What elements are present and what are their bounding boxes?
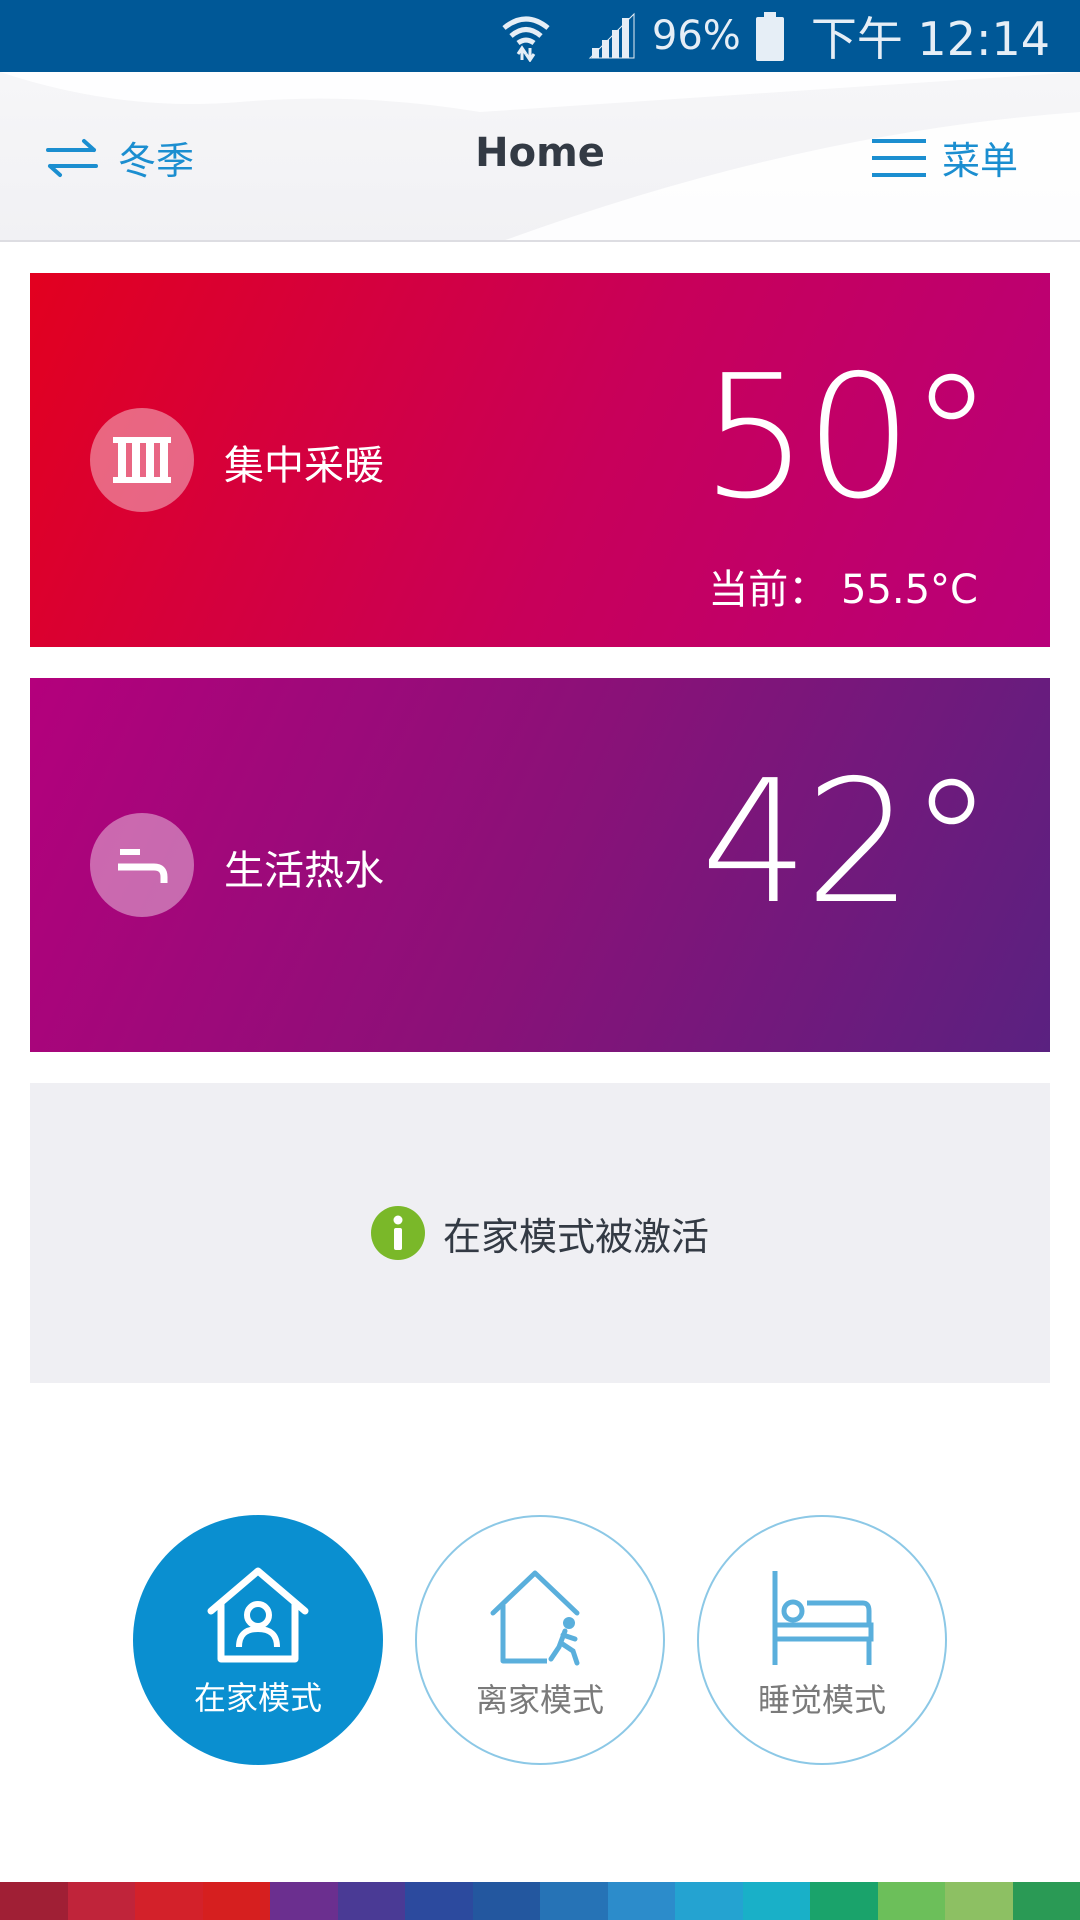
strip-segment	[270, 1882, 338, 1920]
strip-segment	[135, 1882, 203, 1920]
away-mode-button[interactable]: 离家模式	[415, 1515, 665, 1765]
strip-segment	[742, 1882, 810, 1920]
hot-water-label: 生活热水	[224, 848, 384, 894]
menu-button[interactable]: 菜单	[871, 130, 1018, 185]
radiator-icon-circle	[90, 408, 194, 512]
app-header: 冬季 Home 菜单	[0, 72, 1080, 242]
home-mode-label: 在家模式	[193, 1679, 322, 1717]
status-time: 下午 12:14	[810, 12, 1050, 66]
battery-icon	[755, 12, 784, 61]
tap-icon	[118, 849, 168, 883]
heating-current-temp: 当前： 55.5°C	[708, 567, 978, 613]
strip-segment	[0, 1882, 68, 1920]
sleep-mode-button[interactable]: 睡觉模式	[697, 1515, 947, 1765]
mode-selector: 在家模式 离家模式 睡觉模式	[0, 1515, 1080, 1765]
hot-water-card[interactable]: 生活热水 42°	[30, 678, 1050, 1052]
strip-segment	[675, 1882, 743, 1920]
menu-label: 菜单	[941, 139, 1018, 183]
strip-segment	[810, 1882, 878, 1920]
strip-segment	[337, 1882, 405, 1920]
brand-color-strip	[0, 1882, 1080, 1920]
tap-icon-circle	[90, 813, 194, 917]
radiator-icon	[113, 437, 171, 483]
strip-segment	[472, 1882, 540, 1920]
status-bar: 96% 下午 12:14	[0, 0, 1080, 72]
signal-icon	[588, 12, 635, 59]
strip-segment	[67, 1882, 135, 1920]
bed-icon	[772, 1571, 874, 1665]
heating-card[interactable]: 集中采暖 50° 当前： 55.5°C	[30, 273, 1050, 647]
heating-label: 集中采暖	[224, 443, 384, 489]
hamburger-icon	[871, 138, 926, 177]
strip-segment	[540, 1882, 608, 1920]
mode-info-panel: 在家模式被激活	[30, 1083, 1050, 1383]
strip-segment	[1012, 1882, 1080, 1920]
home-person-icon	[207, 1567, 309, 1663]
away-mode-label: 离家模式	[475, 1681, 604, 1719]
info-icon	[370, 1206, 425, 1260]
heating-setpoint: 50°	[700, 339, 994, 537]
wifi-icon	[502, 16, 550, 62]
strip-segment	[202, 1882, 270, 1920]
home-mode-button[interactable]: 在家模式	[133, 1515, 383, 1765]
strip-segment	[607, 1882, 675, 1920]
battery-percent: 96%	[651, 13, 741, 59]
mode-info-message: 在家模式被激活	[442, 1214, 709, 1259]
strip-segment	[877, 1882, 945, 1920]
sleep-mode-label: 睡觉模式	[757, 1681, 886, 1719]
strip-segment	[405, 1882, 473, 1920]
strip-segment	[945, 1882, 1013, 1920]
hot-water-setpoint: 42°	[700, 744, 994, 942]
home-leaving-icon	[490, 1570, 580, 1666]
